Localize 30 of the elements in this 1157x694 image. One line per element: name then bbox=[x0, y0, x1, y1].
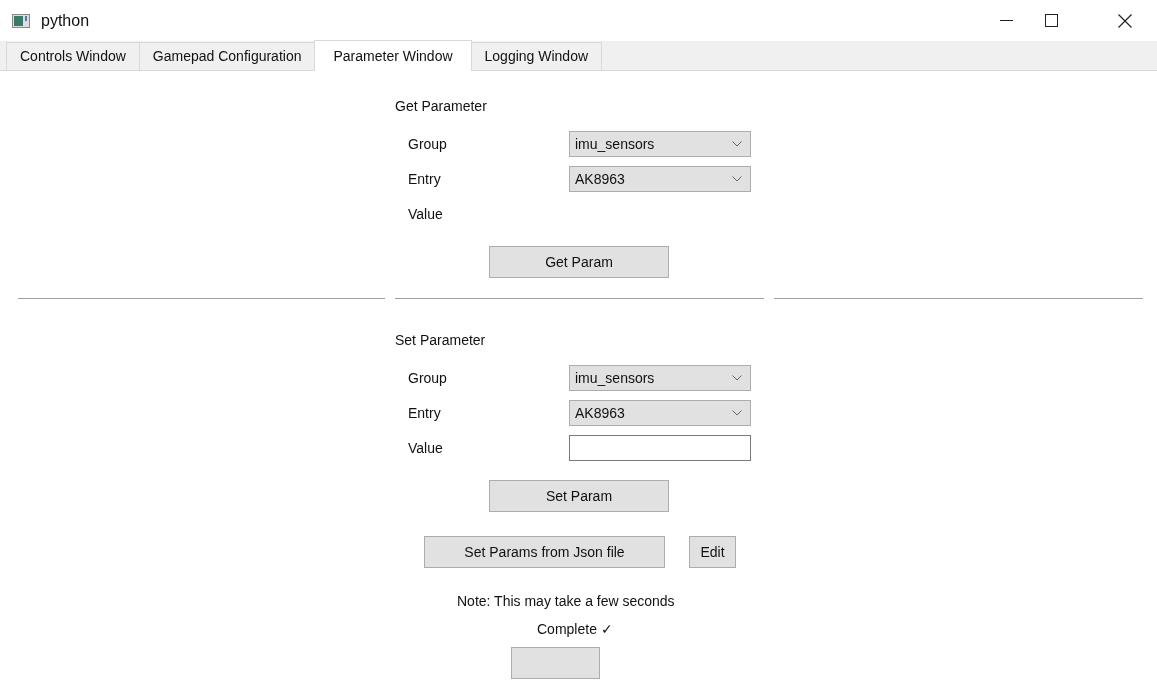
section-title: Get Parameter bbox=[395, 97, 488, 115]
app-icon bbox=[12, 13, 30, 28]
tab[interactable]: Logging Window bbox=[470, 42, 603, 70]
maximize-icon[interactable] bbox=[1045, 14, 1058, 27]
set-param-button[interactable]: Set Param bbox=[489, 480, 669, 512]
chevron-icon bbox=[732, 176, 742, 182]
dropdown[interactable]: imu_sensors bbox=[569, 365, 751, 391]
field-label: Value bbox=[408, 440, 444, 456]
field-label: Group bbox=[408, 370, 448, 386]
chevron-icon bbox=[732, 141, 742, 147]
field-label: Entry bbox=[408, 171, 442, 187]
chevron-icon bbox=[732, 375, 742, 381]
status-text: Complete ✓ bbox=[537, 620, 614, 638]
tab[interactable]: Controls Window bbox=[6, 42, 140, 70]
window-title: python bbox=[41, 11, 90, 30]
section-title: Set Parameter bbox=[395, 331, 487, 349]
dropdown[interactable]: imu_sensors bbox=[569, 131, 751, 157]
note-text: Note: This may take a few seconds bbox=[457, 592, 676, 610]
load-json-button[interactable]: Set Params from Json file bbox=[424, 536, 665, 568]
edit-button[interactable]: Edit bbox=[689, 536, 736, 568]
input-field[interactable] bbox=[569, 435, 751, 461]
dropdown[interactable]: AK8963 bbox=[569, 166, 751, 192]
dropdown[interactable]: AK8963 bbox=[569, 400, 751, 426]
chevron-icon bbox=[732, 410, 742, 416]
get-param-button[interactable]: Get Param bbox=[489, 246, 669, 278]
tab[interactable]: Parameter Window bbox=[314, 40, 472, 71]
field-label: Entry bbox=[408, 405, 442, 421]
field-label: Group bbox=[408, 136, 448, 152]
field-label: Value bbox=[408, 206, 444, 222]
close-icon[interactable] bbox=[1118, 13, 1132, 28]
